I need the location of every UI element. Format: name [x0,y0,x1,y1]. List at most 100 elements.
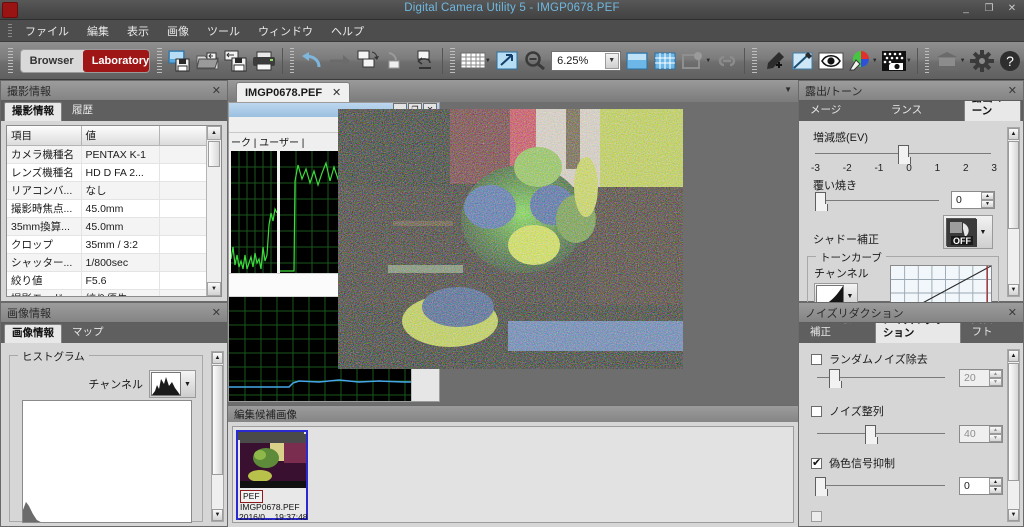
scroll-thumb[interactable] [1008,141,1019,229]
scroll-thumb[interactable] [212,365,223,475]
table-row[interactable]: リアコンバ...なし [7,182,221,200]
photo-preview[interactable] [338,109,683,369]
preview-eye-icon[interactable] [818,47,844,75]
toolbar-grip-icon-6[interactable] [925,48,930,74]
toolbar-grip-icon-2[interactable] [157,48,162,74]
noise-alignment-slider-thumb[interactable] [865,425,876,442]
noise-alignment-row[interactable]: ノイズ整列 [811,403,884,419]
spin-up-icon[interactable]: ▲ [989,426,1002,434]
scroll-thumb[interactable] [208,141,220,167]
random-noise-removal-row[interactable]: ランダムノイズ除去 [811,351,928,367]
chevron-down-icon[interactable]: ▼ [181,372,194,396]
candidate-images-area[interactable]: PEF IMGP0678.PEF 2016/0... 19:37:48 [232,426,794,523]
scroll-down-icon[interactable]: ▼ [212,509,223,521]
scroll-up-icon[interactable]: ▲ [1008,128,1019,140]
grid-view-icon[interactable] [460,47,486,75]
spin-up-icon[interactable]: ▲ [989,370,1002,378]
noise-alignment-checkbox[interactable] [811,406,822,417]
false-color-value-input[interactable]: 0 ▲▼ [959,477,1003,495]
table-row[interactable]: シャッター...1/800sec [7,254,221,272]
tab-image-info[interactable]: 画像情報 [4,324,62,343]
open-folder-icon[interactable] [195,47,221,75]
burn-spinner[interactable]: ▲▼ [981,192,994,208]
scroll-up-icon[interactable]: ▲ [212,352,223,364]
scroll-down-icon[interactable]: ▼ [1008,284,1019,296]
scroll-thumb[interactable] [1008,363,1019,481]
close-icon[interactable]: ✕ [212,306,221,319]
table-row[interactable]: 絞り値F5.6 [7,272,221,290]
batch-apply-icon[interactable] [412,47,438,75]
undo-icon[interactable] [299,47,325,75]
burn-value-input[interactable]: 0 ▲▼ [951,191,995,209]
exposure-tone-scrollbar[interactable]: ▲ ▼ [1007,127,1020,297]
menu-item-tools[interactable]: ツール [198,21,249,41]
spin-down-icon[interactable]: ▼ [989,378,1002,386]
retouch-brush-icon[interactable] [790,47,816,75]
tab-map[interactable]: マップ [64,323,112,343]
compare-view-icon[interactable] [652,47,678,75]
menu-item-file[interactable]: ファイル [16,21,78,41]
spin-down-icon[interactable]: ▼ [981,200,994,208]
close-button[interactable]: ✕ [1006,3,1018,15]
toolbar-grip-icon-4[interactable] [450,48,455,74]
noise-alignment-value-input[interactable]: 40 ▲▼ [959,425,1003,443]
scroll-down-icon[interactable]: ▼ [207,282,221,296]
noise-alignment-slider-track[interactable] [817,433,945,434]
scroll-up-icon[interactable]: ▲ [207,126,221,140]
table-row[interactable]: レンズ機種名HD D FA 2... [7,164,221,182]
zoom-out-icon[interactable] [522,47,548,75]
tab-history[interactable]: 履歴 [64,101,101,121]
false-color-slider-thumb[interactable] [815,477,826,494]
false-color-suppression-row[interactable]: 偽色信号抑制 [811,455,895,471]
close-icon[interactable]: ✕ [212,84,221,97]
burn-slider-thumb[interactable] [815,192,826,209]
maximize-button[interactable]: ❐ [983,3,995,15]
menu-grip-icon[interactable] [8,24,12,38]
toolbar-grip-icon-3[interactable] [290,48,295,74]
save-as-icon[interactable] [223,47,249,75]
spin-down-icon[interactable]: ▼ [989,434,1002,442]
archive-icon[interactable] [934,47,960,75]
spin-down-icon[interactable]: ▼ [989,486,1002,494]
browser-mode-button[interactable]: Browser [21,50,83,72]
shadow-correction-icon[interactable]: OFF [946,218,976,246]
toolbar-grip-icon-5[interactable] [752,48,757,74]
color-picker-icon[interactable] [847,47,873,75]
close-icon[interactable]: ✕ [1008,306,1017,319]
menu-item-view[interactable]: 表示 [118,21,158,41]
close-icon[interactable]: ✕ [1008,84,1017,97]
laboratory-mode-button[interactable]: Laboratory [83,50,151,72]
redo-arrow-icon[interactable] [327,47,353,75]
random-noise-slider-thumb[interactable] [829,369,840,386]
next-control-row-clipped[interactable] [811,511,822,523]
false-color-slider-track[interactable] [817,485,945,486]
scroll-up-icon[interactable]: ▲ [1008,350,1019,362]
table-row[interactable]: 35mm換算...45.0mm [7,218,221,236]
ev-slider-thumb[interactable] [898,145,909,162]
table-row[interactable]: クロップ35mm / 3:2 [7,236,221,254]
image-canvas[interactable]: _ ❐ ✕ ーク | ユーザー | [228,102,798,405]
link-icon[interactable] [714,47,740,75]
zoom-dropdown-arrow-icon[interactable]: ▼ [605,53,619,69]
menu-item-image[interactable]: 画像 [158,21,198,41]
random-noise-removal-checkbox[interactable] [811,354,822,365]
menu-item-edit[interactable]: 編集 [78,21,118,41]
minimize-button[interactable]: _ [960,3,972,15]
menu-item-window[interactable]: ウィンドウ [249,21,322,41]
channel-dropdown[interactable]: ▼ [149,370,196,398]
settings-gear-icon[interactable] [969,47,995,75]
crop-icon[interactable] [680,47,706,75]
spin-up-icon[interactable]: ▲ [989,478,1002,486]
false-color-spinner[interactable]: ▲▼ [989,478,1002,494]
zoom-level-input[interactable]: 6.25% ▼ [551,51,621,71]
noise-alignment-spinner[interactable]: ▲▼ [989,426,1002,442]
eyedropper-add-icon[interactable] [762,47,788,75]
histogram-channel-icon[interactable] [151,372,181,396]
shooting-info-scrollbar[interactable]: ▲ ▼ [206,126,221,296]
next-control-checkbox[interactable] [811,511,822,522]
tab-shooting-info[interactable]: 撮影情報 [4,102,62,121]
document-tab-imgp0678[interactable]: IMGP0678.PEF ✕ [236,82,350,102]
menu-item-help[interactable]: ヘルプ [322,21,373,41]
sensor-dust-icon[interactable] [881,47,907,75]
random-noise-value-input[interactable]: 20 ▲▼ [959,369,1003,387]
